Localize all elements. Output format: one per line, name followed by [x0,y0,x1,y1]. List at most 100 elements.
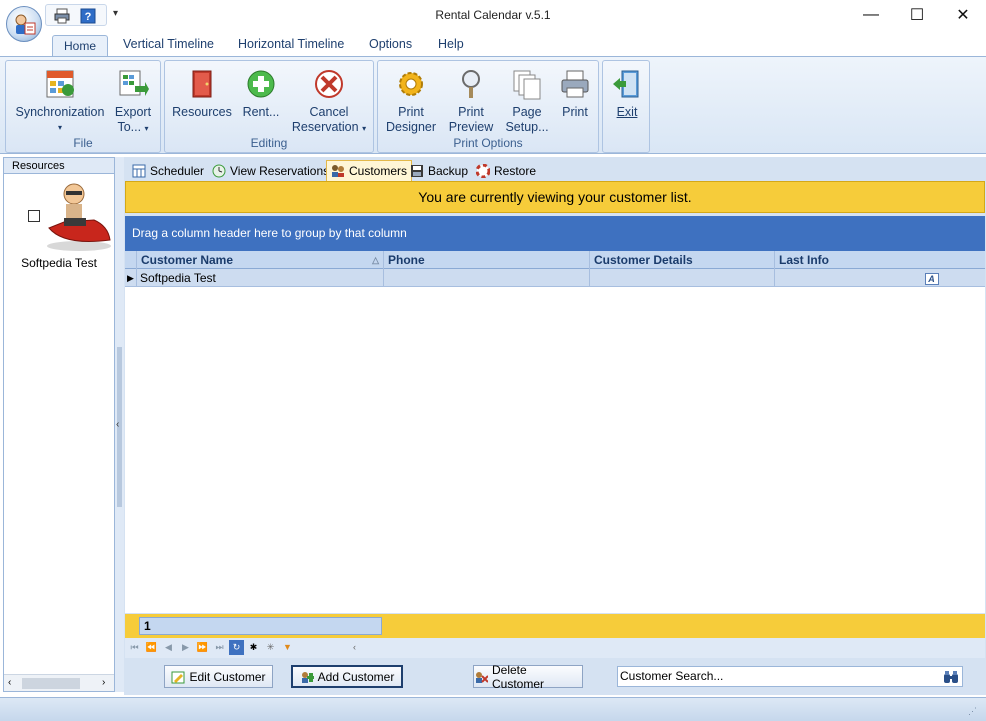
nav-refresh-icon[interactable]: ↻ [229,640,244,655]
exit-button[interactable]: Exit [605,67,649,120]
ribbon-group-label-file: File [73,136,93,150]
print-designer-label-line1: Print [398,105,424,119]
column-header-last-info[interactable]: Last Info [775,251,985,269]
hscroll-left-icon[interactable]: ‹ [347,640,362,655]
scroll-thumb[interactable] [22,678,80,689]
resource-checkbox[interactable] [28,210,40,222]
customers-icon [332,165,344,177]
resource-name[interactable]: Softpedia Test [4,256,114,270]
cell-customer-details[interactable] [590,269,775,287]
add-customer-button[interactable]: Add Customer [291,665,403,688]
print-preview-label-line1: Print [458,105,484,119]
ribbon: Synchronization ▾ Export To... ▾ File Re… [0,56,986,154]
nav-next-page-icon[interactable]: ⏩ [195,640,210,655]
cell-phone[interactable] [384,269,590,287]
tab-help[interactable]: Help [438,37,464,51]
ribbon-group-editing: Resources Rent... Cancel Reservation ▾ E… [164,60,374,153]
lifebuoy-icon [476,164,490,178]
tab-customers[interactable]: Customers [326,160,413,182]
maximize-icon: ☐ [909,7,925,24]
resources-panel: Resources Softpedia Test ‹ › [3,157,115,692]
customer-search-input[interactable]: Customer Search... [617,666,963,687]
rent-label: Rent... [242,105,280,119]
scroll-right-icon[interactable]: › [102,677,105,688]
cell-customer-name[interactable]: Softpedia Test [137,269,384,287]
export-to-button[interactable]: Export To... ▾ [110,67,156,136]
tab-restore[interactable]: Restore [472,161,540,181]
clock-icon [212,164,226,178]
tab-view-reservations[interactable]: View Reservations [208,161,333,181]
current-row-arrow-icon: ▶ [125,269,137,287]
application-menu-button[interactable] [6,6,42,42]
nav-last-icon[interactable]: ⏭ [212,640,227,655]
table-row[interactable]: ▶ Softpedia Test A [125,269,985,287]
sort-ascending-icon: △ [372,255,379,265]
synchronization-button[interactable]: Synchronization ▾ [12,67,108,135]
tab-customers-label: Customers [349,164,408,178]
group-by-panel[interactable]: Drag a column header here to group by th… [125,216,985,251]
nav-next-icon[interactable]: ▶ [178,640,193,655]
ribbon-tab-row: Home Vertical Timeline Horizontal Timeli… [0,32,986,57]
ribbon-group-print-options: Print Designer Print Preview Page Setup.… [377,60,599,153]
edit-customer-label: Edit Customer [189,669,266,684]
collapse-arrow-icon[interactable]: ‹ [116,419,119,430]
column-header-customer-details[interactable]: Customer Details [590,251,775,269]
scroll-left-icon[interactable]: ‹ [8,677,11,688]
synchronization-icon [43,67,77,101]
nav-prev-page-icon[interactable]: ⏪ [144,640,159,655]
delete-customer-label: Delete Customer [492,662,545,691]
rent-button[interactable]: Rent... [237,67,285,120]
exit-door-icon [610,67,644,101]
synchronization-label: Synchronization [15,105,105,119]
print-button[interactable]: Print [554,67,596,120]
last-info-text-icon[interactable]: A [924,273,939,285]
window-title: Rental Calendar v.5.1 [435,8,551,22]
customers-grid: Customer Name △ Phone Customer Details L… [125,251,985,613]
resources-button[interactable]: Resources [169,67,235,120]
magnifier-icon [454,67,488,101]
nav-first-icon[interactable]: ⏮ [127,640,142,655]
cell-last-info[interactable]: A [775,269,985,287]
page-setup-label-line2: Setup... [505,120,549,134]
minimize-button[interactable]: — [848,0,894,30]
panel-splitter[interactable]: ‹ [115,157,124,692]
title-bar: ? ▾ Rental Calendar v.5.1 — ☐ ✕ [0,0,986,32]
calendar-grid-icon [132,164,146,178]
tab-vertical-timeline[interactable]: Vertical Timeline [123,37,214,51]
edit-customer-icon [171,671,185,683]
print-designer-button[interactable]: Print Designer [382,67,440,135]
print-label: Print [562,105,588,119]
tab-backup[interactable]: Backup [406,161,472,181]
edit-customer-button[interactable]: Edit Customer [164,665,273,688]
tab-home[interactable]: Home [52,35,108,57]
print-preview-button[interactable]: Print Preview [442,67,500,135]
print-preview-label-line2: Preview [448,120,494,134]
grid-navigator: ⏮ ⏪ ◀ ▶ ⏩ ⏭ ↻ ✱ ✳ ▼ ‹ [125,638,985,658]
tab-scheduler[interactable]: Scheduler [128,161,208,181]
nav-insert-icon[interactable]: ✱ [246,640,261,655]
tab-horizontal-timeline[interactable]: Horizontal Timeline [238,37,344,51]
pages-icon [510,67,544,101]
page-setup-button[interactable]: Page Setup... [502,67,552,135]
maximize-button[interactable]: ☐ [894,0,940,30]
nav-append-icon[interactable]: ✳ [263,640,278,655]
cancel-reservation-button[interactable]: Cancel Reservation ▾ [287,67,371,136]
row-indicator-header [125,251,137,269]
page-setup-label-line1: Page [512,105,542,119]
delete-customer-icon [476,671,488,683]
record-count: 1 [139,617,382,635]
app-logo-icon [15,14,36,35]
resources-horizontal-scrollbar[interactable]: ‹ › [4,674,114,691]
export-label-line1: Export [114,105,152,119]
add-customer-label: Add Customer [317,669,395,684]
nav-filter-icon[interactable]: ▼ [280,640,295,655]
tab-options[interactable]: Options [369,37,412,51]
binoculars-search-icon[interactable] [942,668,960,685]
nav-prev-icon[interactable]: ◀ [161,640,176,655]
size-grip-icon[interactable]: ⋰ [968,706,977,717]
tab-view-reservations-label: View Reservations [230,164,330,178]
column-header-customer-name[interactable]: Customer Name △ [137,251,384,269]
column-header-phone[interactable]: Phone [384,251,590,269]
delete-customer-button[interactable]: Delete Customer [473,662,583,691]
close-button[interactable]: ✕ [940,0,986,30]
